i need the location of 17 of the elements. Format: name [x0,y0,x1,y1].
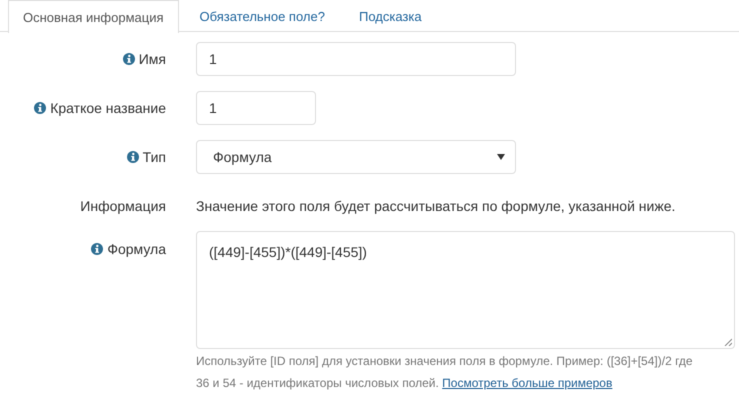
input-field[interactable]: 1 [196,42,516,76]
formula-field[interactable]: ([449]-[455])*([449]-[455]) [196,231,735,349]
select-field[interactable]: Формула [196,140,516,174]
tab[interactable]: Подсказка [344,0,437,32]
input-field[interactable]: 1 [196,91,316,125]
resize-handle-icon[interactable] [724,338,732,346]
field-label: Имя [138,51,166,67]
caret-icon [497,154,505,160]
examples-link[interactable]: Посмотреть больше примеров [442,376,612,390]
field-label: Тип [142,149,166,165]
tab[interactable]: Основная информация [8,0,178,33]
tab[interactable]: Обязательное поле? [184,0,340,32]
info-text: Значение этого поля будет рассчитываться по формуле, указанной ниже. [196,197,676,216]
field-label: Краткое название [50,100,166,116]
field-label: Информация [80,198,166,214]
field-label: Формула [107,241,166,257]
help-text: Используйте [ID поля] для установки значения поля в формуле. Пример: ([36]+[54])/2 где 36 и 54 - идентификаторы числовых полей. Посмотреть больше примеров [196,353,694,392]
